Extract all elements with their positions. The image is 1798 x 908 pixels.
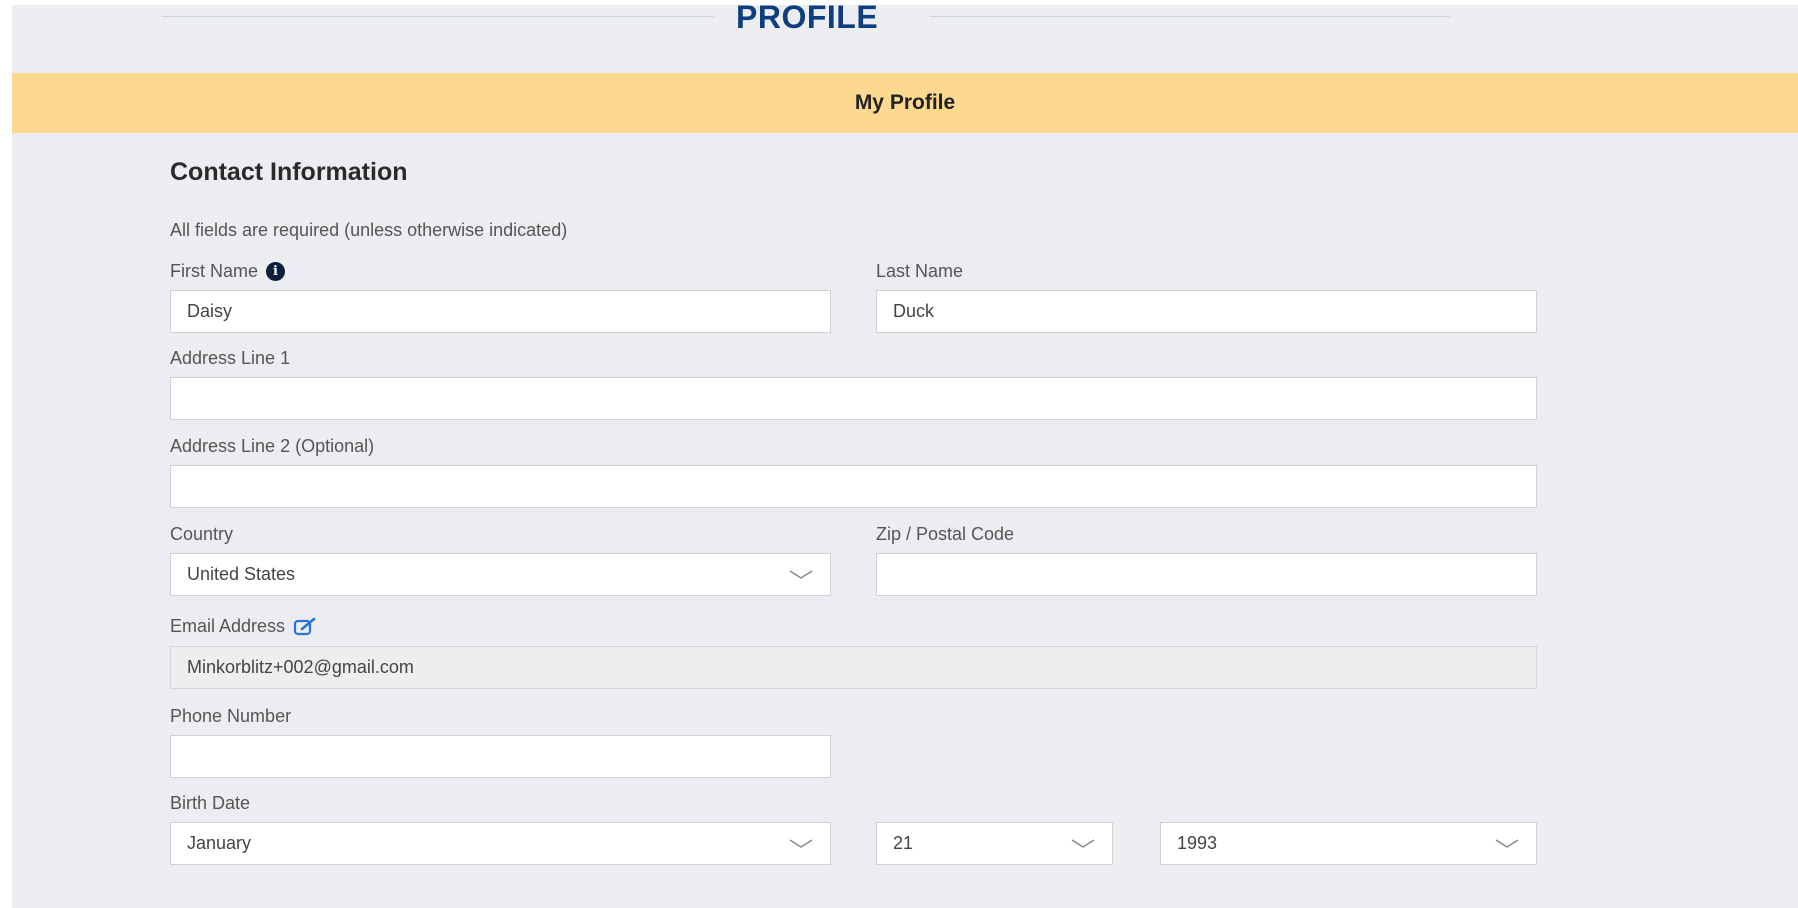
first-name-label-text: First Name [170, 261, 259, 281]
birth-year-value: 1993 [1177, 833, 1218, 853]
birth-day-value: 21 [893, 833, 914, 853]
chevron-down-icon [789, 570, 813, 579]
profile-page: PROFILE My Profile Contact Information A… [12, 0, 1798, 908]
last-name-label: Last Name [876, 261, 963, 282]
section-title: Contact Information [170, 158, 408, 186]
email-label: Email Address [170, 616, 317, 637]
phone-label-text: Phone Number [170, 706, 292, 726]
title-divider-right [930, 16, 1450, 17]
chevron-down-icon [1071, 839, 1095, 848]
edit-icon[interactable] [293, 617, 317, 637]
birth-year-select[interactable]: 1993 [1160, 822, 1537, 865]
zip-label: Zip / Postal Code [876, 524, 1014, 545]
email-label-text: Email Address [170, 616, 286, 636]
country-label-text: Country [170, 524, 234, 544]
country-select[interactable]: United States [170, 553, 831, 596]
country-label: Country [170, 524, 233, 545]
page-header: PROFILE [12, 0, 1798, 39]
page-title: PROFILE [736, 0, 879, 35]
address1-input[interactable] [170, 377, 1537, 420]
info-icon[interactable]: i [266, 262, 286, 281]
birth-date-label: Birth Date [170, 793, 250, 814]
address1-label-text: Address Line 1 [170, 348, 291, 368]
my-profile-banner: My Profile [12, 73, 1798, 133]
chevron-down-icon [1495, 839, 1519, 848]
address2-label-text: Address Line 2 (Optional) [170, 436, 375, 456]
first-name-input[interactable] [170, 290, 831, 333]
zip-label-text: Zip / Postal Code [876, 524, 1015, 544]
title-divider-left [162, 16, 714, 17]
required-note: All fields are required (unless otherwis… [170, 220, 568, 240]
chevron-down-icon [789, 839, 813, 848]
address1-label: Address Line 1 [170, 348, 290, 369]
phone-input[interactable] [170, 735, 831, 778]
birth-date-label-text: Birth Date [170, 793, 251, 813]
address2-label: Address Line 2 (Optional) [170, 436, 374, 457]
banner-label: My Profile [854, 91, 956, 114]
birth-day-select[interactable]: 21 [876, 822, 1113, 865]
birth-month-value: January [187, 833, 252, 853]
zip-input[interactable] [876, 553, 1537, 596]
email-input[interactable] [170, 646, 1537, 689]
address2-input[interactable] [170, 465, 1537, 508]
birth-month-select[interactable]: January [170, 822, 831, 865]
phone-label: Phone Number [170, 706, 291, 727]
first-name-label: First Name i [170, 261, 286, 282]
country-value: United States [187, 564, 296, 584]
last-name-input[interactable] [876, 290, 1537, 333]
last-name-label-text: Last Name [876, 261, 964, 281]
